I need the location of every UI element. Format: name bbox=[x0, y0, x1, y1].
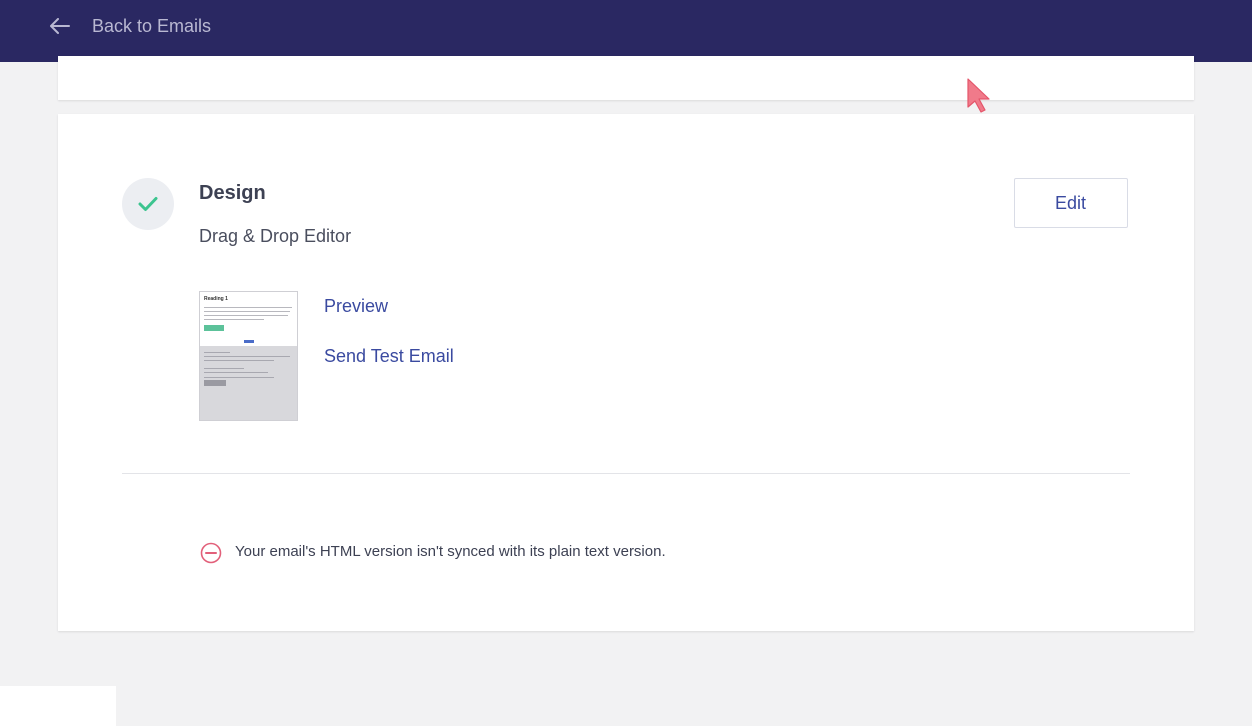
thumbnail-footer-line bbox=[204, 377, 274, 378]
thumbnail-text-line bbox=[204, 315, 288, 316]
preview-link[interactable]: Preview bbox=[324, 296, 388, 317]
thumbnail-footer-line bbox=[204, 352, 230, 353]
thumbnail-text-line bbox=[204, 311, 290, 312]
edit-button[interactable]: Edit bbox=[1014, 178, 1128, 228]
design-section-card: Design Drag & Drop Editor Edit Reading 1… bbox=[58, 114, 1194, 631]
thumbnail-footer-line bbox=[204, 372, 268, 373]
status-complete-badge bbox=[122, 178, 174, 230]
arrow-left-icon bbox=[50, 18, 70, 34]
thumbnail-text-line bbox=[204, 319, 264, 320]
checkmark-icon bbox=[138, 197, 158, 211]
bottom-left-panel bbox=[0, 686, 116, 726]
thumbnail-text-line bbox=[204, 307, 292, 308]
sync-warning-text: Your email's HTML version isn't synced w… bbox=[235, 543, 666, 560]
thumbnail-footer-line bbox=[204, 356, 290, 357]
mouse-cursor-icon bbox=[967, 78, 990, 113]
thumbnail-content-area: Reading 1 bbox=[200, 292, 297, 346]
thumbnail-social-icons bbox=[244, 340, 254, 343]
previous-section-card bbox=[58, 56, 1194, 100]
thumbnail-button bbox=[204, 325, 224, 331]
section-divider bbox=[122, 473, 1130, 474]
back-to-emails-label: Back to Emails bbox=[92, 15, 212, 36]
thumbnail-heading: Reading 1 bbox=[204, 296, 228, 302]
top-bar: Back to Emails bbox=[0, 0, 1252, 62]
thumbnail-footer-line bbox=[204, 368, 244, 369]
section-subtitle: Drag & Drop Editor bbox=[199, 226, 352, 246]
thumbnail-footer-button bbox=[204, 380, 226, 386]
send-test-email-link[interactable]: Send Test Email bbox=[324, 346, 454, 367]
email-design-thumbnail[interactable]: Reading 1 bbox=[199, 291, 298, 421]
back-to-emails-link[interactable]: Back to Emails bbox=[50, 14, 211, 38]
thumbnail-footer-line bbox=[204, 360, 274, 361]
minus-circle-icon bbox=[200, 542, 222, 564]
section-title: Design bbox=[199, 182, 266, 204]
edit-button-label: Edit bbox=[1055, 192, 1087, 213]
